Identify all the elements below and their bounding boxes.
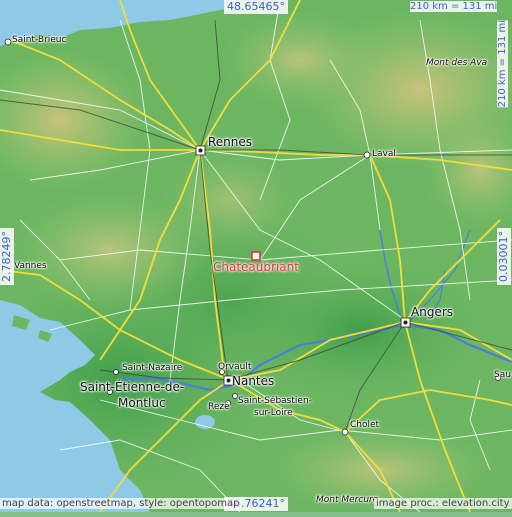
label-saint-nazaire: Saint-Nazaire xyxy=(122,363,183,373)
coord-north: 48.65465° xyxy=(224,0,288,14)
credit-image-proc: image proc.: elevation.city xyxy=(374,498,512,509)
label-saumur: Sau xyxy=(494,370,511,380)
coord-east: 0.03001° xyxy=(497,228,511,285)
label-cholet: Cholet xyxy=(350,420,380,430)
map-terrain xyxy=(0,0,512,515)
label-rennes: Rennes xyxy=(208,135,253,149)
label-saint-sebastien-line2: sur-Loire xyxy=(254,408,293,418)
label-highlighted-town: Chateaubriant xyxy=(213,260,299,274)
lake xyxy=(195,415,215,429)
highland-zone xyxy=(220,10,380,110)
label-saint-brieuc: Saint-Brieuc xyxy=(12,35,67,45)
coord-west: 2.78249° xyxy=(0,228,14,285)
scale-top: 210 km = 131 mi xyxy=(410,1,498,12)
highlight-marker xyxy=(251,251,261,261)
topographic-map[interactable]: Saint-Brieuc Rennes Laval Vannes Angers … xyxy=(0,0,512,515)
label-laval: Laval xyxy=(372,149,396,159)
label-saint-etienne-line1: Saint-Étienne-de- xyxy=(80,380,185,394)
label-orvault: Orvault xyxy=(218,362,252,372)
label-saint-sebastien-line1: Saint-Sébastien- xyxy=(238,396,312,406)
highland-zone xyxy=(160,150,300,250)
scale-right: 210 km = 131 mi xyxy=(497,20,508,108)
label-mont-mercure: Mont Mercure xyxy=(316,495,379,505)
label-vannes: Vannes xyxy=(14,261,47,271)
credit-map-data: map data: openstreetmap, style: opentopo… xyxy=(0,498,242,509)
label-nantes: Nantes xyxy=(232,374,275,388)
label-mont-des-avaloirs: Mont des Ava xyxy=(426,58,488,68)
label-saint-etienne-line2: Montluc xyxy=(118,396,166,410)
label-reze: Rezé xyxy=(208,402,230,412)
label-angers: Angers xyxy=(411,305,453,319)
